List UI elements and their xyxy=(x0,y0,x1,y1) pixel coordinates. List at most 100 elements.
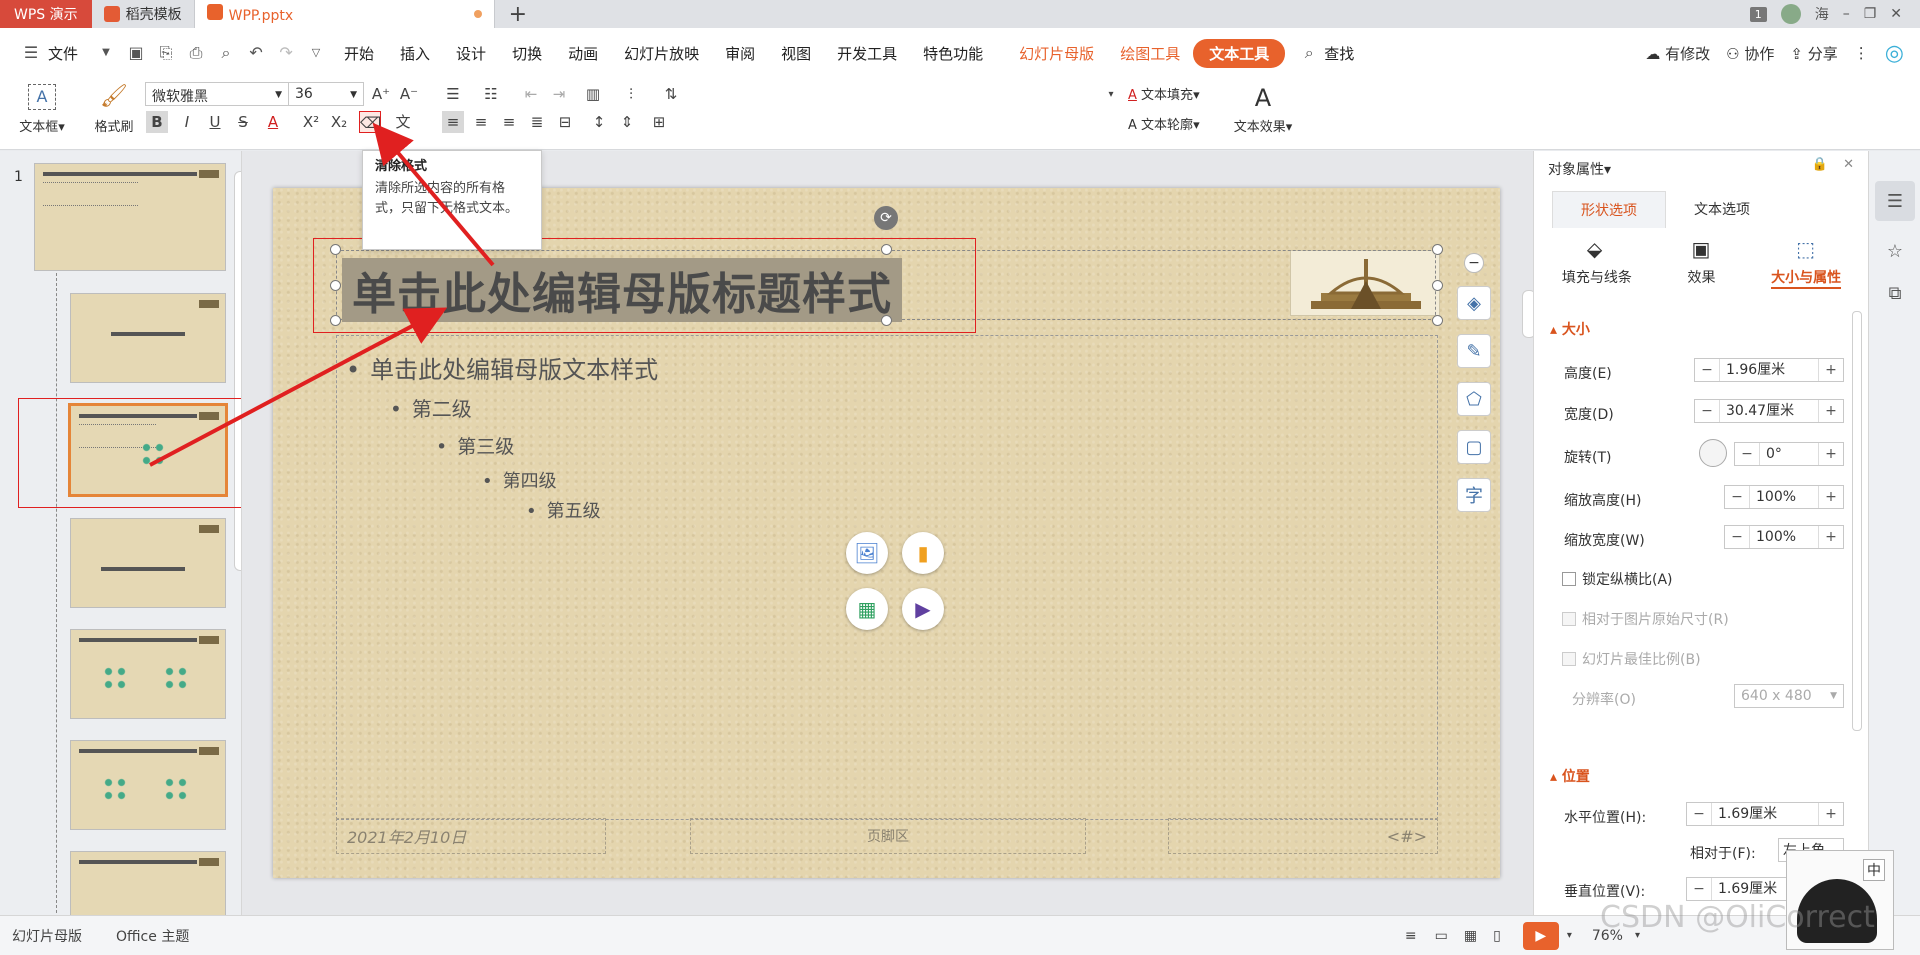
chevron-down-icon[interactable]: ▼ xyxy=(96,43,116,63)
new-tab-icon[interactable]: + xyxy=(495,0,541,28)
hpos-field[interactable]: −1.69厘米 + xyxy=(1686,802,1844,826)
save-icon[interactable]: ▣ xyxy=(126,43,146,63)
text-fill-button[interactable]: A 文本填充▾ xyxy=(1128,84,1200,103)
body-placeholder[interactable] xyxy=(336,335,1438,820)
tab-text-tools[interactable]: 文本工具 xyxy=(1193,38,1286,68)
play-options-icon[interactable]: ▾ xyxy=(1559,930,1580,941)
width-field[interactable]: −30.47厘米 + xyxy=(1694,399,1844,423)
clear-format-icon[interactable]: ⌫ xyxy=(359,111,381,133)
scale-height-field[interactable]: −100% + xyxy=(1724,485,1844,509)
hpos-value[interactable]: 1.69厘米 xyxy=(1711,803,1819,825)
insert-picture-icon[interactable]: 🖼 xyxy=(846,532,888,574)
search-button[interactable]: 查找 xyxy=(1324,43,1367,64)
strikethrough-icon[interactable]: S xyxy=(232,111,254,133)
text-outline-button[interactable]: A 文本轮廓▾ xyxy=(1128,114,1200,133)
underline-icon[interactable]: U xyxy=(204,111,226,133)
align-center-icon[interactable]: ≡ xyxy=(470,111,492,133)
play-button[interactable]: ▶ xyxy=(1522,921,1559,950)
justify-icon[interactable]: ≣ xyxy=(526,111,548,133)
panel-close-icon[interactable]: ✕ xyxy=(1843,157,1854,172)
tab-daoke[interactable]: 稻壳模板 xyxy=(92,0,195,28)
properties-icon[interactable]: ☰ xyxy=(1875,181,1915,221)
layout-thumbnail-6[interactable] xyxy=(70,851,226,915)
format-painter-button[interactable]: 🖌 格式刷 xyxy=(88,84,140,135)
lock-ratio-checkbox[interactable]: 锁定纵横比(A) xyxy=(1562,569,1673,589)
star-icon[interactable]: ☆ xyxy=(1875,231,1915,271)
line-direction-icon[interactable]: ⫶ xyxy=(620,83,642,105)
decrease-indent-icon[interactable]: ⇤ xyxy=(520,83,542,105)
scale-width-field[interactable]: −100% + xyxy=(1724,525,1844,549)
align-left-icon[interactable]: ≡ xyxy=(442,111,464,133)
text-level-5[interactable]: 第五级 xyxy=(526,497,601,523)
plus-icon[interactable]: + xyxy=(1819,806,1843,822)
thumb-scrollbar[interactable] xyxy=(234,171,241,571)
text-effect-button[interactable]: A 文本效果▾ xyxy=(1228,84,1298,135)
insert-chart-icon[interactable]: ▮ xyxy=(902,532,944,574)
menu-item-5[interactable]: 幻灯片放映 xyxy=(611,43,712,64)
brush-icon[interactable]: ✎ xyxy=(1457,334,1491,368)
maximize-icon[interactable]: ❐ xyxy=(1864,6,1877,22)
gallery-scroll-icon[interactable]: ▾ xyxy=(1100,84,1122,106)
resize-handle-tr[interactable] xyxy=(1432,244,1443,255)
tab-draw-tools[interactable]: 绘图工具 xyxy=(1107,43,1193,64)
line-spacing-icon[interactable]: ↕ xyxy=(588,111,610,133)
text-direction-icon[interactable]: ⇅ xyxy=(660,83,682,105)
more-icon[interactable]: ⋮ xyxy=(1854,44,1869,62)
menu-item-8[interactable]: 开发工具 xyxy=(824,43,910,64)
normal-view-icon[interactable]: ▭ xyxy=(1427,928,1456,944)
text-format-icon[interactable]: 字 xyxy=(1457,478,1491,512)
superscript-icon[interactable]: X² xyxy=(300,111,322,133)
minimize-icon[interactable]: – xyxy=(1843,6,1850,22)
sorter-view-icon[interactable]: ▦ xyxy=(1456,928,1485,944)
tab-document[interactable]: WPP.pptx xyxy=(194,0,495,28)
changes-button[interactable]: ☁ 有修改 xyxy=(1645,43,1710,64)
insert-table-icon[interactable]: ▦ xyxy=(846,588,888,630)
height-value[interactable]: 1.96厘米 xyxy=(1719,359,1819,381)
customize-icon[interactable]: ▽ xyxy=(306,43,326,63)
subtab-effect[interactable]: ▣ 效果 xyxy=(1687,231,1715,289)
rotation-field[interactable]: −0° + xyxy=(1734,442,1844,466)
menu-item-0[interactable]: 开始 xyxy=(331,43,387,64)
font-color-icon[interactable]: A xyxy=(262,111,284,133)
menu-item-7[interactable]: 视图 xyxy=(768,43,824,64)
best-scale-checkbox[interactable]: 幻灯片最佳比例(B) xyxy=(1562,649,1701,669)
minus-icon[interactable]: − xyxy=(1687,881,1711,897)
section-position[interactable]: ▴ 位置 xyxy=(1550,766,1590,786)
menu-item-6[interactable]: 审阅 xyxy=(712,43,768,64)
plus-icon[interactable]: + xyxy=(1819,489,1843,505)
search-icon[interactable]: ⌕ xyxy=(1299,43,1319,63)
slide-number-placeholder[interactable]: <#> xyxy=(1168,818,1438,854)
layout-thumbnail-5[interactable] xyxy=(70,740,226,830)
resolution-select[interactable]: 640 x 480 ▼ xyxy=(1734,684,1844,708)
paragraph-spacing-icon[interactable]: ⇕ xyxy=(616,111,638,133)
close-icon[interactable]: ✕ xyxy=(1890,6,1902,22)
width-value[interactable]: 30.47厘米 xyxy=(1719,400,1819,422)
height-field[interactable]: −1.96厘米 + xyxy=(1694,358,1844,382)
rotation-value[interactable]: 0° xyxy=(1759,443,1819,465)
hamburger-icon[interactable]: ☰ xyxy=(21,43,41,63)
grow-font-icon[interactable]: A⁺ xyxy=(370,83,392,105)
minus-icon[interactable]: − xyxy=(1735,446,1759,462)
subtab-fill-line[interactable]: ⬙ 填充与线条 xyxy=(1562,231,1632,289)
font-name-select[interactable]: 微软雅黑 ▼ xyxy=(145,82,289,106)
notes-icon[interactable]: ≡ xyxy=(1395,928,1427,944)
layout-thumbnail-1[interactable] xyxy=(70,293,226,383)
font-size-select[interactable]: 36 ▼ xyxy=(288,82,364,106)
layers-icon[interactable]: ◈ xyxy=(1457,286,1491,320)
italic-icon[interactable]: I xyxy=(176,111,198,133)
plus-icon[interactable]: + xyxy=(1819,362,1843,378)
numbering-icon[interactable]: ☷ xyxy=(480,83,502,105)
user-name[interactable]: 海 xyxy=(1815,4,1829,24)
convert-icon[interactable]: 文 xyxy=(392,111,414,133)
text-level-1[interactable]: 单击此处编辑母版文本样式 xyxy=(346,350,658,385)
reading-view-icon[interactable]: ▯ xyxy=(1485,928,1509,944)
assistant-icon[interactable]: ◎ xyxy=(1885,41,1904,66)
plus-icon[interactable]: + xyxy=(1819,446,1843,462)
panel-scrollbar[interactable] xyxy=(1852,311,1862,731)
menu-item-9[interactable]: 特色功能 xyxy=(910,43,996,64)
insert-video-icon[interactable]: ▶ xyxy=(902,588,944,630)
tab-shape-options[interactable]: 形状选项 xyxy=(1552,191,1666,228)
scale-width-value[interactable]: 100% xyxy=(1749,526,1819,548)
menu-item-3[interactable]: 切换 xyxy=(499,43,555,64)
tab-text-options[interactable]: 文本选项 xyxy=(1666,191,1778,228)
